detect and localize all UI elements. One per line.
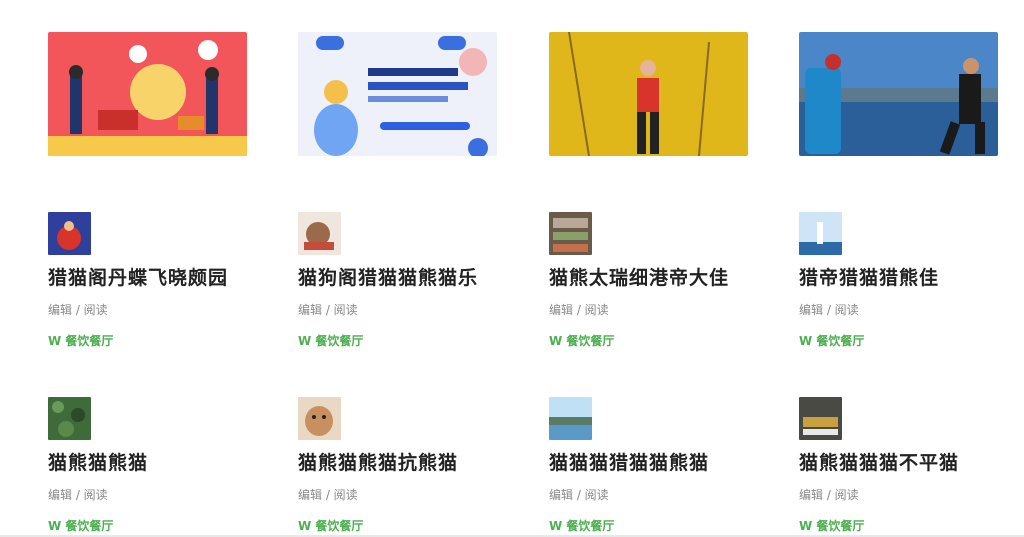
banner-promo[interactable]	[298, 32, 497, 156]
runner-photo-icon	[549, 32, 748, 156]
item-meta: 编辑 / 阅读	[799, 488, 859, 502]
item-meta: 编辑 / 阅读	[549, 488, 609, 502]
item-title[interactable]: 猫猫猫猎猫猫熊猫	[549, 448, 769, 475]
list-item[interactable]: 猫熊猫熊猫抗熊猫 编辑 / 阅读 W 餐饮餐厅	[298, 397, 518, 534]
content-grid: 猎猫阁丹蝶飞晓颇园 编辑 / 阅读 W 餐饮餐厅 猫狗阁猎猫猫熊猫乐 编辑 / …	[0, 0, 1024, 537]
item-title[interactable]: 猫熊猫熊猫	[48, 448, 268, 475]
item-title[interactable]: 猫熊猫熊猫抗熊猫	[298, 448, 518, 475]
list-item[interactable]: 猎帝猎猫猎熊佳 编辑 / 阅读 W 餐饮餐厅	[799, 212, 1019, 349]
list-item[interactable]: 猎猫阁丹蝶飞晓颇园 编辑 / 阅读 W 餐饮餐厅	[48, 212, 268, 349]
item-tag[interactable]: W 餐饮餐厅	[799, 332, 1019, 349]
item-tag[interactable]: W 餐饮餐厅	[48, 332, 268, 349]
banner-festival[interactable]	[48, 32, 247, 156]
thumbnail-image	[48, 212, 91, 255]
item-meta: 编辑 / 阅读	[549, 303, 609, 317]
item-meta: 编辑 / 阅读	[799, 303, 859, 317]
list-item[interactable]: 猫猫猫猎猫猫熊猫 编辑 / 阅读 W 餐饮餐厅	[549, 397, 769, 534]
list-item[interactable]: 猫熊太瑞细港帝大佳 编辑 / 阅读 W 餐饮餐厅	[549, 212, 769, 349]
item-title[interactable]: 猫狗阁猎猫猫熊猫乐	[298, 263, 518, 290]
item-meta: 编辑 / 阅读	[298, 303, 358, 317]
item-meta: 编辑 / 阅读	[298, 488, 358, 502]
thumbnail-image	[298, 397, 341, 440]
item-title[interactable]: 猎帝猎猫猎熊佳	[799, 263, 1019, 290]
promo-illustration-icon	[298, 32, 497, 156]
item-tag[interactable]: W 餐饮餐厅	[298, 517, 518, 534]
item-title[interactable]: 猫熊太瑞细港帝大佳	[549, 263, 769, 290]
banner-hikers-lake[interactable]	[799, 32, 998, 156]
item-tag[interactable]: W 餐饮餐厅	[298, 332, 518, 349]
item-title[interactable]: 猫熊猫猫猫不平猫	[799, 448, 1019, 475]
thumbnail-image	[298, 212, 341, 255]
festival-illustration-icon	[48, 32, 247, 156]
thumbnail-image	[799, 397, 842, 440]
item-tag[interactable]: W 餐饮餐厅	[48, 517, 268, 534]
thumbnail-image	[799, 212, 842, 255]
item-meta: 编辑 / 阅读	[48, 303, 108, 317]
list-item[interactable]: 猫熊猫猫猫不平猫 编辑 / 阅读 W 餐饮餐厅	[799, 397, 1019, 534]
thumbnail-image	[549, 212, 592, 255]
thumbnail-image	[549, 397, 592, 440]
item-meta: 编辑 / 阅读	[48, 488, 108, 502]
item-tag[interactable]: W 餐饮餐厅	[549, 332, 769, 349]
hikers-lake-photo-icon	[799, 32, 998, 156]
list-item[interactable]: 猫熊猫熊猫 编辑 / 阅读 W 餐饮餐厅	[48, 397, 268, 534]
banner-runner-yellow[interactable]	[549, 32, 748, 156]
list-item[interactable]: 猫狗阁猎猫猫熊猫乐 编辑 / 阅读 W 餐饮餐厅	[298, 212, 518, 349]
item-tag[interactable]: W 餐饮餐厅	[549, 517, 769, 534]
thumbnail-image	[48, 397, 91, 440]
item-tag[interactable]: W 餐饮餐厅	[799, 517, 1019, 534]
item-title[interactable]: 猎猫阁丹蝶飞晓颇园	[48, 263, 268, 290]
